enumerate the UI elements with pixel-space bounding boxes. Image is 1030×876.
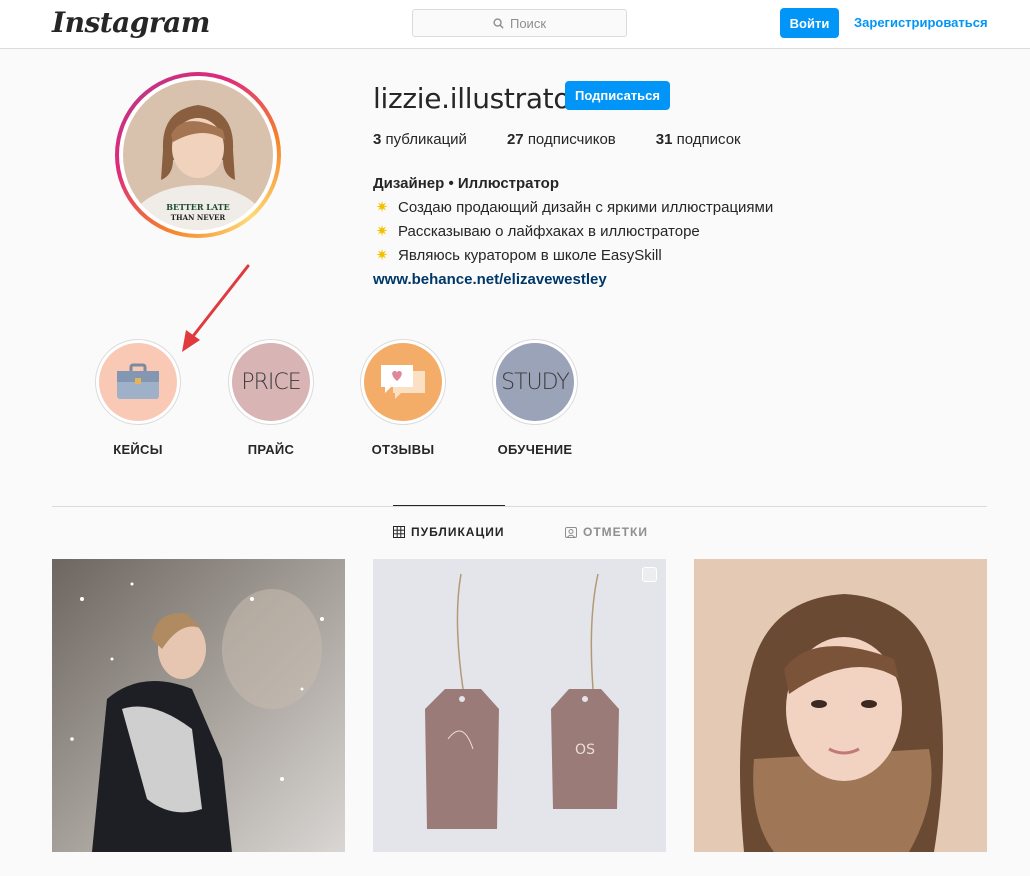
tagged-icon <box>565 527 577 538</box>
highlight-cases[interactable]: КЕЙСЫ <box>95 339 181 457</box>
tab-tagged[interactable]: ОТМЕТКИ <box>565 525 648 539</box>
tab-publications[interactable]: ПУБЛИКАЦИИ <box>393 525 504 539</box>
profile-stats: 3 публикаций 27 подписчиков 31 подписок <box>373 131 781 148</box>
followers-count[interactable]: 27 подписчиков <box>507 131 616 148</box>
posts-count: 3 публикаций <box>373 131 467 148</box>
post-image-portrait <box>694 559 987 852</box>
highlight-study[interactable]: STUDY ОБУЧЕНИЕ <box>492 339 578 457</box>
search-icon <box>493 17 504 29</box>
search-input[interactable]: Поиск <box>412 9 627 37</box>
svg-text:THAN NEVER: THAN NEVER <box>171 213 226 222</box>
svg-text:BETTER LATE: BETTER LATE <box>166 202 229 212</box>
bio-line: ✷ Создаю продающий дизайн с яркими иллюст… <box>373 196 774 220</box>
profile-bio: Дизайнер • Иллюстратор ✷ Создаю продающий… <box>373 172 773 292</box>
highlight-label: ОБУЧЕНИЕ <box>497 442 573 457</box>
bio-line: ✷ Являюсь куратором в школе EasySkill <box>373 244 773 268</box>
top-navigation-bar: Instagram Поиск Войти Зарегистрироваться <box>0 0 1030 49</box>
svg-text:OS: OS <box>575 742 595 758</box>
tabs-divider <box>52 506 987 507</box>
highlight-price[interactable]: PRICE ПРАЙС <box>228 339 314 457</box>
sparkle-icon: ✷ <box>375 247 389 264</box>
post-thumbnail[interactable]: OS <box>373 559 666 852</box>
bio-website-link[interactable]: www.behance.net/elizavewestley <box>373 268 773 292</box>
briefcase-icon <box>99 343 177 421</box>
sparkle-icon: ✷ <box>375 223 389 240</box>
post-image-snow <box>52 559 345 852</box>
profile-avatar-ring[interactable]: BETTER LATE THAN NEVER <box>115 72 281 238</box>
highlight-reviews[interactable]: ОТЗЫВЫ <box>360 339 446 457</box>
highlight-label: ОТЗЫВЫ <box>371 442 435 457</box>
bio-name: Дизайнер • Иллюстратор <box>373 175 559 192</box>
chat-heart-icon <box>364 343 442 421</box>
post-image-tags: OS <box>373 559 666 852</box>
grid-icon <box>393 526 405 538</box>
highlight-label: КЕЙСЫ <box>113 442 163 457</box>
highlight-label: ПРАЙС <box>247 442 295 457</box>
register-link[interactable]: Зарегистрироваться <box>854 15 988 30</box>
highlight-cover-text: STUDY <box>501 369 570 395</box>
highlight-cover-text: PRICE <box>241 369 301 395</box>
bio-line: ✷ Рассказываю о лайфхаках в иллюстраторе <box>373 220 773 244</box>
login-button[interactable]: Войти <box>780 8 839 38</box>
following-count[interactable]: 31 подписок <box>656 131 741 148</box>
search-placeholder: Поиск <box>509 15 547 31</box>
sparkle-icon: ✷ <box>375 199 389 216</box>
active-tab-indicator <box>393 505 505 506</box>
post-thumbnail[interactable] <box>52 559 345 852</box>
follow-button[interactable]: Подписаться <box>565 81 670 110</box>
avatar: BETTER LATE THAN NEVER <box>123 80 273 230</box>
post-thumbnail[interactable] <box>694 559 987 852</box>
instagram-logo[interactable]: Instagram <box>52 6 210 39</box>
profile-username: lizzie.illustrator <box>373 82 582 115</box>
multiple-images-icon <box>642 567 657 582</box>
